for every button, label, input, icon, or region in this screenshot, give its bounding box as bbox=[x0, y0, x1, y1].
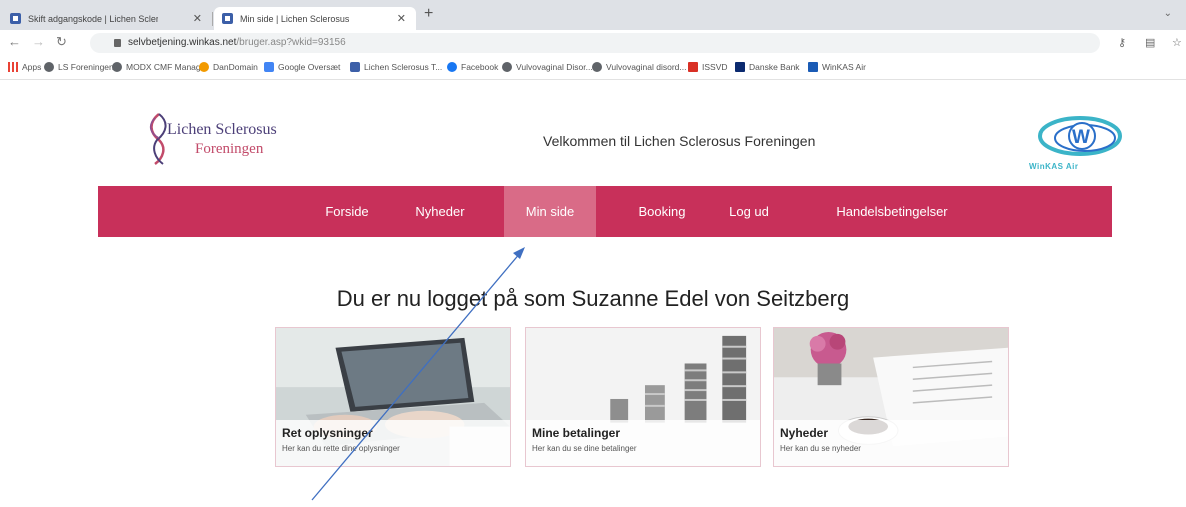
globe-icon bbox=[592, 62, 602, 72]
bookmark-label: Facebook bbox=[461, 62, 499, 72]
reload-icon[interactable]: ↻ bbox=[56, 34, 67, 50]
url-host: selvbetjening.winkas.net bbox=[128, 37, 237, 48]
bookmark-danske-bank[interactable]: Danske Bank bbox=[735, 62, 800, 72]
dandomain-icon bbox=[199, 62, 209, 72]
globe-icon bbox=[112, 62, 122, 72]
card-title: Mine betalinger bbox=[532, 426, 621, 440]
site-logo[interactable]: Lichen Sclerosus Foreningen bbox=[145, 110, 315, 166]
welcome-text: Velkommen til Lichen Sclerosus Foreninge… bbox=[543, 133, 816, 149]
globe-icon bbox=[44, 62, 54, 72]
bookmark-modx[interactable]: MODX CMF Manag... bbox=[112, 62, 208, 72]
chevron-down-icon[interactable]: ⌄ bbox=[1164, 8, 1172, 19]
bookmark-label: Danske Bank bbox=[749, 62, 800, 72]
bookmark-dandomain[interactable]: DanDomain bbox=[199, 62, 258, 72]
facebook-icon bbox=[447, 62, 457, 72]
bookmark-ls-foreningen[interactable]: LS Foreningen bbox=[44, 62, 114, 72]
bookmark-vulvovaginal-1[interactable]: Vulvovaginal Disor... bbox=[502, 62, 593, 72]
browser-tab-min-side[interactable]: Min side | Lichen Sclerosus ✕ bbox=[214, 7, 416, 30]
nav-booking[interactable]: Booking bbox=[618, 186, 706, 237]
key-icon[interactable]: ⚷ bbox=[1118, 36, 1126, 49]
bookmark-label: Apps bbox=[22, 62, 42, 72]
forward-arrow-icon[interactable]: → bbox=[32, 34, 45, 49]
extension-icon[interactable]: ▤ bbox=[1145, 36, 1155, 49]
card-ret-oplysninger[interactable]: Ret oplysninger Her kan du rette dine op… bbox=[275, 327, 511, 467]
svg-text:W: W bbox=[1072, 127, 1090, 148]
bookmark-label: LS Foreningen bbox=[58, 62, 114, 72]
close-icon[interactable]: ✕ bbox=[193, 12, 202, 25]
bookmark-label: WinKAS Air bbox=[822, 62, 866, 72]
card-mine-betalinger[interactable]: Mine betalinger Her kan du se dine betal… bbox=[525, 327, 761, 467]
address-bar[interactable]: selvbetjening.winkas.net/bruger.asp?wkid… bbox=[90, 33, 1100, 53]
bookmark-facebook[interactable]: Facebook bbox=[447, 62, 498, 72]
site-favicon-icon bbox=[10, 13, 21, 24]
bookmark-winkas[interactable]: WinKAS Air bbox=[808, 62, 866, 72]
bookmark-apps[interactable]: Apps bbox=[8, 62, 41, 72]
nav-nyheder[interactable]: Nyheder bbox=[396, 186, 484, 237]
browser-tab-strip: Skift adgangskode | Lichen Scler... ✕ Mi… bbox=[0, 0, 1186, 30]
site-icon bbox=[350, 62, 360, 72]
bookmark-label: Vulvovaginal disord... bbox=[606, 62, 687, 72]
bookmark-label: MODX CMF Manag... bbox=[126, 62, 208, 72]
card-subtitle: Her kan du se dine betalinger bbox=[532, 444, 637, 453]
bookmark-lichen-sclerosus[interactable]: Lichen Sclerosus T... bbox=[350, 62, 442, 72]
address-url: selvbetjening.winkas.net/bruger.asp?wkid… bbox=[128, 37, 346, 48]
winkas-text: WinKAS Air bbox=[1029, 162, 1079, 171]
close-icon[interactable]: ✕ bbox=[397, 12, 406, 25]
star-icon[interactable]: ☆ bbox=[1172, 36, 1182, 49]
card-subtitle: Her kan du se nyheder bbox=[780, 444, 861, 453]
main-navigation: Forside Nyheder Min side Booking Log ud … bbox=[98, 186, 1112, 237]
browser-toolbar: ← → ↻ selvbetjening.winkas.net/bruger.as… bbox=[0, 30, 1186, 56]
bookmark-vulvovaginal-2[interactable]: Vulvovaginal disord... bbox=[592, 62, 686, 72]
bookmarks-bar: Apps LS Foreningen MODX CMF Manag... Dan… bbox=[0, 56, 1186, 80]
browser-tab-change-password[interactable]: Skift adgangskode | Lichen Scler... ✕ bbox=[2, 7, 212, 30]
bank-icon bbox=[735, 62, 745, 72]
tab-title: Skift adgangskode | Lichen Scler... bbox=[28, 13, 158, 24]
bookmark-label: Lichen Sclerosus T... bbox=[364, 62, 443, 72]
card-subtitle: Her kan du rette dine oplysninger bbox=[282, 444, 400, 453]
tab-divider bbox=[212, 12, 213, 26]
logo-subtitle: Foreningen bbox=[195, 141, 264, 157]
tab-title: Min side | Lichen Sclerosus bbox=[240, 13, 350, 24]
winkas-swoosh-icon: W bbox=[1038, 116, 1122, 156]
new-tab-icon[interactable]: + bbox=[424, 5, 433, 23]
nav-log-ud[interactable]: Log ud bbox=[708, 186, 790, 237]
bookmark-label: DanDomain bbox=[213, 62, 258, 72]
card-title: Nyheder bbox=[780, 426, 829, 440]
bookmark-label: Vulvovaginal Disor... bbox=[516, 62, 593, 72]
winkas-icon bbox=[808, 62, 818, 72]
card-nyheder[interactable]: Nyheder Her kan du se nyheder bbox=[773, 327, 1009, 467]
back-arrow-icon[interactable]: ← bbox=[8, 34, 21, 49]
screenshot-root: Skift adgangskode | Lichen Scler... ✕ Mi… bbox=[0, 0, 1186, 507]
bookmark-label: Google Oversæt bbox=[278, 62, 341, 72]
nav-forside[interactable]: Forside bbox=[311, 186, 383, 237]
bookmark-issvd[interactable]: ISSVD bbox=[688, 62, 728, 72]
translate-icon bbox=[264, 62, 274, 72]
globe-icon bbox=[502, 62, 512, 72]
apps-grid-icon bbox=[8, 62, 18, 72]
url-path: /bruger.asp?wkid=93156 bbox=[236, 37, 346, 48]
card-title: Ret oplysninger bbox=[282, 426, 373, 440]
lock-icon bbox=[114, 39, 121, 47]
logo-name: Lichen Sclerosus bbox=[167, 121, 277, 138]
bookmark-label: ISSVD bbox=[702, 62, 728, 72]
issvd-icon bbox=[688, 62, 698, 72]
winkas-logo[interactable]: W WinKAS Air bbox=[1025, 112, 1145, 174]
nav-handelsbetingelser[interactable]: Handelsbetingelser bbox=[803, 186, 981, 237]
bookmark-google-translate[interactable]: Google Oversæt bbox=[264, 62, 340, 72]
site-favicon-icon bbox=[222, 13, 233, 24]
page-title: Du er nu logget på som Suzanne Edel von … bbox=[336, 286, 850, 311]
nav-min-side[interactable]: Min side bbox=[504, 186, 596, 237]
